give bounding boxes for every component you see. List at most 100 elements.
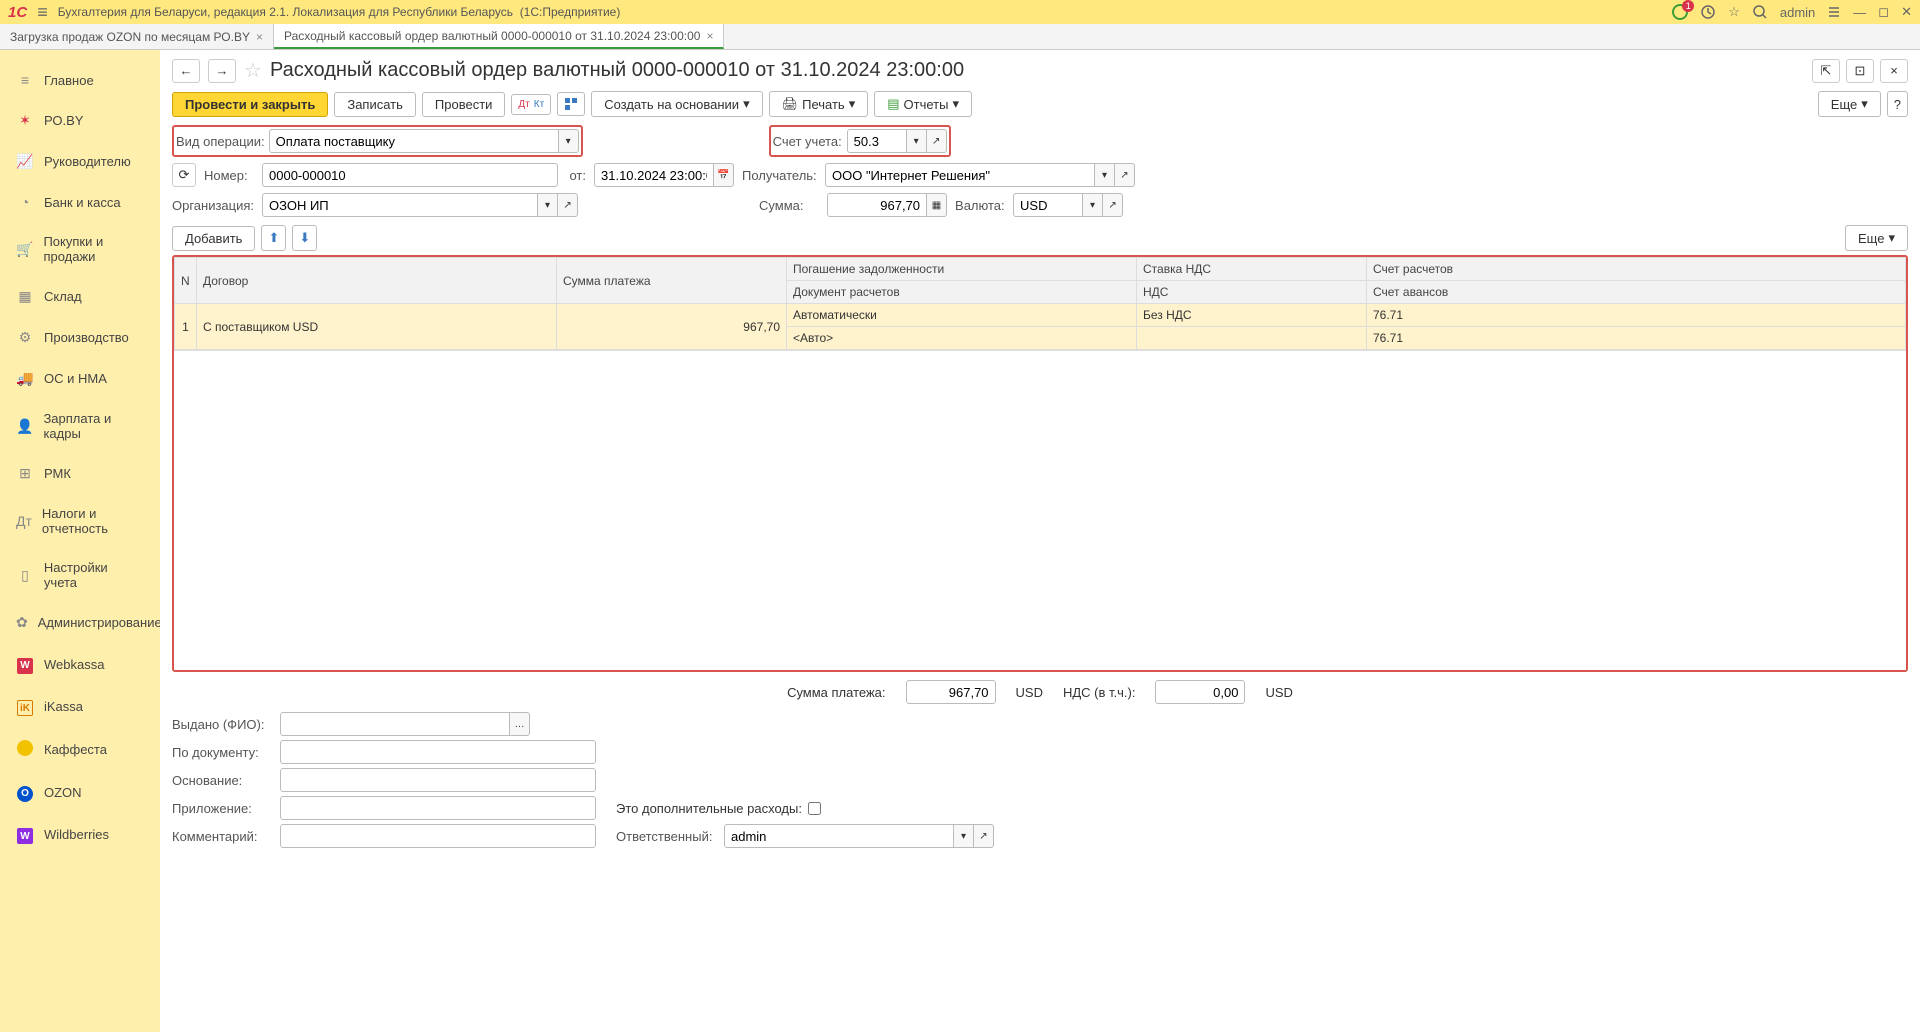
toolbar: Провести и закрыть Записать Провести ДтК… [172,91,1908,117]
col-debt-repay[interactable]: Погашение задолженности [787,258,1137,281]
sidebar-ikassa[interactable]: iKiKassa [0,686,160,729]
dropdown-icon[interactable]: ▾ [538,193,558,217]
star-icon[interactable]: ☆ [1728,4,1740,20]
basis-input[interactable] [280,768,596,792]
dt-kt-button[interactable]: ДтКт [511,94,551,115]
user-label[interactable]: admin [1780,5,1815,20]
add-row-button[interactable]: Добавить [172,226,255,251]
responsible-input[interactable] [724,824,954,848]
sidebar-manager[interactable]: 📈Руководителю [0,141,160,182]
favorite-star-icon[interactable]: ☆ [244,58,262,83]
open-icon[interactable]: ↗ [974,824,994,848]
sidebar-main[interactable]: ≡Главное [0,60,160,100]
maximize-icon[interactable]: ◻ [1878,4,1889,20]
sidebar-hr[interactable]: 👤Зарплата и кадры [0,399,160,453]
link-icon[interactable]: ⇱ [1812,59,1840,83]
attachment-label: Приложение: [172,801,272,816]
move-up-button[interactable]: ⬆ [261,225,286,251]
currency-input[interactable] [1013,193,1083,217]
open-icon[interactable]: ↗ [927,129,947,153]
structure-button[interactable] [557,92,585,116]
comment-input[interactable] [280,824,596,848]
more-button[interactable]: Еще ▾ [1818,91,1881,117]
sidebar-admin[interactable]: ✿Администрирование [0,602,160,643]
close-icon[interactable]: ✕ [1901,4,1912,20]
tab-cash-order[interactable]: Расходный кассовый ордер валютный 0000-0… [274,24,725,49]
open-window-icon[interactable]: ⊡ [1846,59,1874,83]
forward-button[interactable]: → [208,59,236,83]
tab-ozon-load[interactable]: Загрузка продаж OZON по месяцам РО.BY× [0,24,274,49]
dropdown-icon[interactable]: ▾ [954,824,974,848]
operation-type-input[interactable] [269,129,559,153]
org-input[interactable] [262,193,538,217]
menu-icon[interactable]: ≡ [37,2,48,23]
calc-icon[interactable]: ▦ [927,193,947,217]
close-doc-icon[interactable]: × [1880,59,1908,83]
minimize-icon[interactable]: — [1853,5,1866,20]
back-button[interactable]: ← [172,59,200,83]
notifications-icon[interactable]: 1 [1672,4,1688,20]
cog-icon: ✿ [16,614,28,631]
dropdown-icon[interactable]: ▾ [907,129,927,153]
number-input[interactable] [262,163,558,187]
issued-input[interactable] [280,712,510,736]
attachment-input[interactable] [280,796,596,820]
extra-costs-checkbox[interactable] [808,802,821,815]
col-advance-acc[interactable]: Счет авансов [1367,281,1906,304]
col-payment-sum[interactable]: Сумма платежа [557,258,787,304]
post-close-button[interactable]: Провести и закрыть [172,92,328,117]
sidebar-poby[interactable]: ✶РО.BY [0,100,160,141]
number-label: Номер: [204,168,254,183]
calendar-icon[interactable]: 📅 [714,163,734,187]
sum-input[interactable] [827,193,927,217]
sidebar-sales[interactable]: 🛒Покупки и продажи [0,222,160,276]
doc-input[interactable] [280,740,596,764]
dropdown-icon[interactable]: ▾ [1083,193,1103,217]
date-label: от: [566,168,586,183]
col-vat[interactable]: НДС [1137,281,1367,304]
print-button[interactable]: 🖨 Печать ▾ [769,91,869,117]
col-vat-rate[interactable]: Ставка НДС [1137,258,1367,281]
col-settlement-doc[interactable]: Документ расчетов [787,281,1137,304]
open-icon[interactable]: ↗ [1103,193,1123,217]
sidebar-production[interactable]: ⚙Производство [0,317,160,358]
col-settlement-acc[interactable]: Счет расчетов [1367,258,1906,281]
sidebar-warehouse[interactable]: ▦Склад [0,276,160,317]
book-icon: ▯ [16,567,34,584]
move-down-button[interactable]: ⬇ [292,225,317,251]
sidebar-kaffesta[interactable]: Каффеста [0,728,160,771]
history-icon[interactable] [1700,4,1716,20]
create-based-button[interactable]: Создать на основании ▾ [591,91,762,117]
date-input[interactable] [594,163,714,187]
select-icon[interactable]: … [510,712,530,736]
help-button[interactable]: ? [1887,91,1908,117]
tab-close-icon[interactable]: × [706,29,713,43]
reports-button[interactable]: ▤ Отчеты ▾ [874,91,972,117]
sidebar-webkassa[interactable]: WWebkassa [0,643,160,686]
table-row[interactable]: 1 С поставщиком USD 967,70 Автоматически… [175,304,1906,327]
sidebar-wb[interactable]: WWildberries [0,814,160,857]
dropdown-icon[interactable]: ▾ [1095,163,1115,187]
table-more-button[interactable]: Еще ▾ [1845,225,1908,251]
sidebar-bank[interactable]: ◔Банк и касса [0,182,160,222]
sum-label: Сумма: [759,198,819,213]
col-contract[interactable]: Договор [197,258,557,304]
post-button[interactable]: Провести [422,92,506,117]
search-icon[interactable] [1752,4,1768,20]
rmk-icon: ⊞ [16,465,34,482]
refresh-number-button[interactable]: ⟳ [172,163,196,187]
sidebar-ozon[interactable]: OOZON [0,771,160,814]
account-input[interactable] [847,129,907,153]
col-n[interactable]: N [175,258,197,304]
sidebar-settings[interactable]: ▯Настройки учета [0,548,160,602]
dropdown-icon[interactable]: ▾ [559,129,579,153]
open-icon[interactable]: ↗ [1115,163,1135,187]
sidebar-tax[interactable]: ДтНалоги и отчетность [0,494,160,548]
settings-icon[interactable] [1827,5,1841,19]
sidebar-rmk[interactable]: ⊞РМК [0,453,160,494]
tab-close-icon[interactable]: × [256,30,263,44]
open-icon[interactable]: ↗ [558,193,578,217]
write-button[interactable]: Записать [334,92,416,117]
sidebar-assets[interactable]: 🚚ОС и НМА [0,358,160,399]
recipient-input[interactable] [825,163,1095,187]
